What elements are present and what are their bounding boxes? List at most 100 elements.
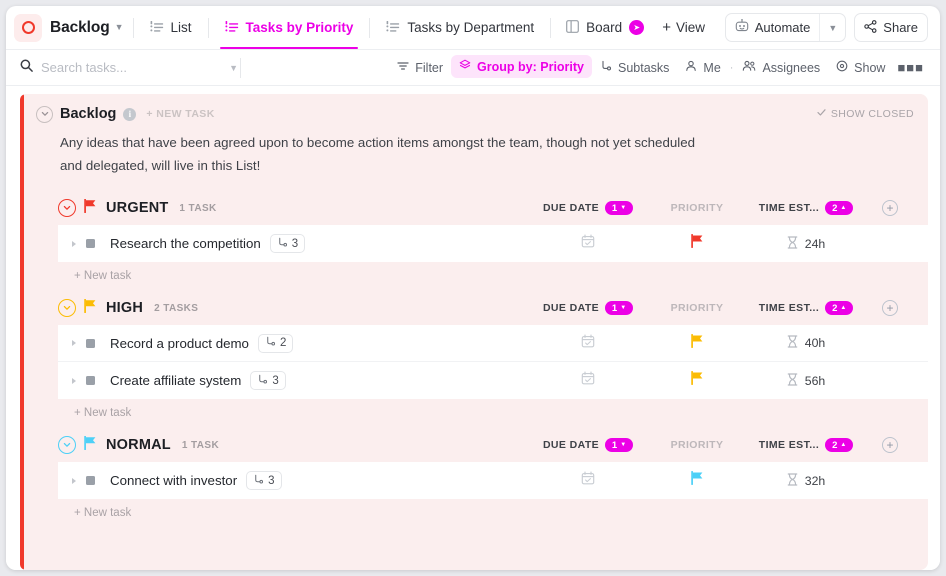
column-header-time-estimate[interactable]: TIME EST... 2 ▲ <box>746 301 866 315</box>
automate-button[interactable]: Automate ▼ <box>725 13 847 42</box>
time-estimate-sort-badge[interactable]: 2 ▲ <box>825 301 853 315</box>
expand-subtasks-icon[interactable] <box>72 241 76 247</box>
tab-list[interactable]: List <box>143 6 199 49</box>
column-headers: DUE DATE 1 ▼ PRIORITY TIME EST... <box>528 200 914 216</box>
clickup-ring-logo[interactable] <box>14 14 42 42</box>
priority-cell[interactable] <box>648 471 746 490</box>
new-task-header-button[interactable]: + NEW TASK <box>146 108 214 120</box>
assignees-button[interactable]: Assignees <box>734 56 828 79</box>
subtask-count-badge[interactable]: 2 <box>258 334 293 353</box>
time-estimate-sort-badge[interactable]: 2 ▲ <box>825 201 853 215</box>
expand-subtasks-icon[interactable] <box>72 340 76 346</box>
table-row[interactable]: Research the competition 3 <box>58 225 928 262</box>
priority-cell[interactable] <box>648 371 746 390</box>
due-date-cell[interactable] <box>528 234 648 253</box>
column-headers: DUE DATE 1 ▼ PRIORITY TIME EST... <box>528 437 914 453</box>
tab-tasks-by-department[interactable]: Tasks by Department <box>379 6 541 49</box>
due-date-cell[interactable] <box>528 371 648 390</box>
sort-arrow-icon: ▼ <box>620 305 626 311</box>
task-rows: Connect with investor 3 <box>58 462 928 499</box>
table-row[interactable]: Connect with investor 3 <box>58 462 928 499</box>
group-name: NORMAL <box>106 437 171 453</box>
add-column-button[interactable]: + <box>882 300 898 316</box>
collapse-group-chevron-icon[interactable] <box>58 199 76 217</box>
calendar-icon <box>581 371 595 390</box>
due-date-sort-badge[interactable]: 1 ▼ <box>605 438 633 452</box>
task-status-checkbox[interactable] <box>86 239 95 248</box>
list-accent-bar <box>20 94 24 570</box>
search-box[interactable]: ▼ <box>20 59 238 77</box>
add-new-task-button[interactable]: + New task <box>20 262 928 289</box>
flag-icon <box>691 234 704 253</box>
show-button[interactable]: Show <box>828 56 893 79</box>
column-header-priority-label: PRIORITY <box>671 202 724 214</box>
add-new-task-button[interactable]: + New task <box>20 399 928 426</box>
app-window: Backlog ▼ List <box>6 6 940 570</box>
info-icon[interactable]: i <box>123 108 136 121</box>
time-estimate-cell[interactable]: 24h <box>746 236 866 252</box>
add-view-button[interactable]: + View <box>654 20 713 35</box>
add-new-task-button[interactable]: + New task <box>20 499 928 526</box>
time-estimate-cell[interactable]: 40h <box>746 335 866 351</box>
filter-button[interactable]: Filter <box>389 56 451 79</box>
collapse-group-chevron-icon[interactable] <box>58 436 76 454</box>
subtasks-button[interactable]: Subtasks <box>592 56 677 79</box>
logo-ring-icon <box>22 21 35 34</box>
show-closed-button[interactable]: SHOW CLOSED <box>817 108 914 120</box>
subtask-count-badge[interactable]: 3 <box>270 234 305 253</box>
tab-tasks-by-priority[interactable]: Tasks by Priority <box>218 6 361 49</box>
group-by-button[interactable]: Group by: Priority <box>451 55 592 78</box>
divider <box>550 18 551 38</box>
subtask-count-badge[interactable]: 3 <box>246 471 281 490</box>
search-input[interactable] <box>41 60 221 75</box>
list-title-dropdown[interactable]: Backlog ▼ <box>50 19 124 37</box>
time-estimate-cell[interactable]: 32h <box>746 473 866 489</box>
due-date-sort-badge[interactable]: 1 ▼ <box>605 201 633 215</box>
task-status-checkbox[interactable] <box>86 376 95 385</box>
task-cells: 24h <box>528 234 914 253</box>
more-options-button[interactable]: ■■■ <box>893 57 928 78</box>
collapse-list-chevron-icon[interactable] <box>36 106 53 123</box>
due-date-sort-badge[interactable]: 1 ▼ <box>605 301 633 315</box>
table-row[interactable]: Record a product demo 2 <box>58 325 928 362</box>
chevron-down-icon[interactable]: ▼ <box>229 63 238 73</box>
due-date-cell[interactable] <box>528 471 648 490</box>
column-header-priority[interactable]: PRIORITY <box>648 439 746 451</box>
column-header-priority[interactable]: PRIORITY <box>648 302 746 314</box>
add-column-button[interactable]: + <box>882 200 898 216</box>
column-header-due-date[interactable]: DUE DATE 1 ▼ <box>528 201 648 215</box>
flag-icon <box>691 471 704 490</box>
column-header-due-date[interactable]: DUE DATE 1 ▼ <box>528 301 648 315</box>
time-estimate-badge-count: 2 <box>832 440 837 451</box>
list-header: Backlog i + NEW TASK SHOW CLOSED <box>20 94 928 124</box>
time-estimate-sort-badge[interactable]: 2 ▲ <box>825 438 853 452</box>
column-header-time-estimate[interactable]: TIME EST... 2 ▲ <box>746 201 866 215</box>
due-date-cell[interactable] <box>528 334 648 353</box>
table-row[interactable]: Create affiliate system 3 <box>58 362 928 399</box>
sort-arrow-icon: ▲ <box>840 442 846 448</box>
tab-board[interactable]: Board ➤ <box>560 20 650 36</box>
time-estimate-cell[interactable]: 56h <box>746 373 866 389</box>
group-header: HIGH 2 TASKS DUE DATE 1 ▼ PRIORITY <box>20 291 928 325</box>
task-status-checkbox[interactable] <box>86 339 95 348</box>
priority-cell[interactable] <box>648 334 746 353</box>
column-header-time-estimate[interactable]: TIME EST... 2 ▲ <box>746 438 866 452</box>
hourglass-icon <box>787 373 798 389</box>
chevron-down-icon[interactable]: ▼ <box>820 14 845 41</box>
priority-cell[interactable] <box>648 234 746 253</box>
collapse-group-chevron-icon[interactable] <box>58 299 76 317</box>
tab-tasks-by-priority-label: Tasks by Priority <box>246 20 354 35</box>
add-column-button[interactable]: + <box>882 437 898 453</box>
subtask-count: 3 <box>292 238 298 250</box>
subtask-count-badge[interactable]: 3 <box>250 371 285 390</box>
chevron-right-circle-icon[interactable]: ➤ <box>629 20 644 35</box>
group-task-count: 1 TASK <box>179 203 216 214</box>
task-status-checkbox[interactable] <box>86 476 95 485</box>
column-header-priority[interactable]: PRIORITY <box>648 202 746 214</box>
me-button[interactable]: Me <box>677 56 728 79</box>
share-button[interactable]: Share <box>854 13 928 42</box>
column-header-due-date[interactable]: DUE DATE 1 ▼ <box>528 438 648 452</box>
expand-subtasks-icon[interactable] <box>72 478 76 484</box>
expand-subtasks-icon[interactable] <box>72 378 76 384</box>
sort-arrow-icon: ▼ <box>620 205 626 211</box>
